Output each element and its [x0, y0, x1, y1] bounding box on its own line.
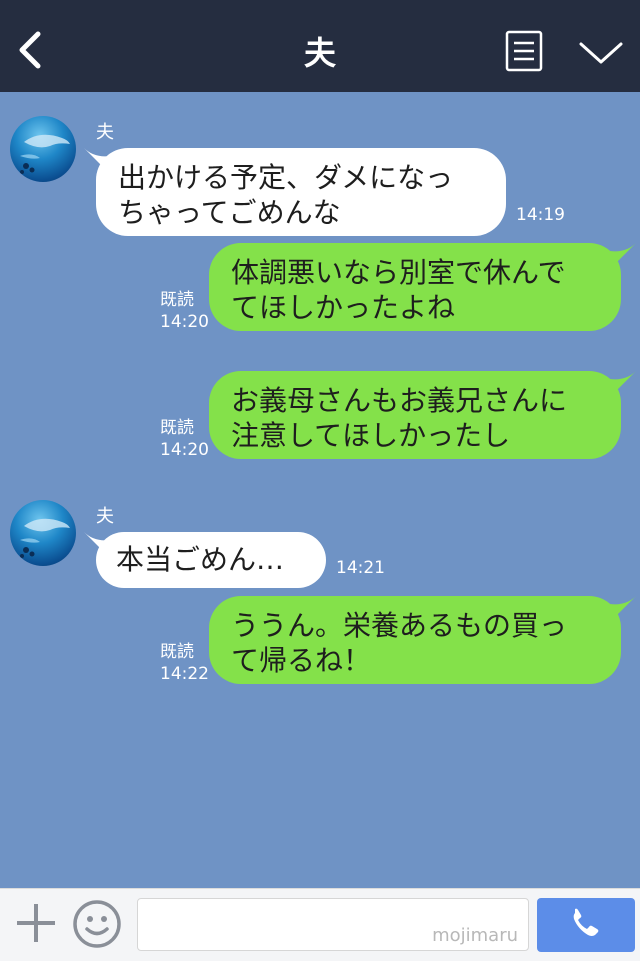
call-button[interactable] — [537, 898, 635, 952]
timestamp: 14:21 — [336, 558, 385, 578]
message-line: お義母さんもお義兄さんに — [231, 384, 568, 417]
bubble-tail — [610, 243, 636, 265]
read-status: 既読 14:22 — [160, 641, 209, 685]
message-bubble-outgoing[interactable]: 体調悪いなら別室で休んで てほしかったよね — [209, 243, 621, 331]
message-bubble-incoming[interactable]: 出かける予定、ダメになっ ちゃってごめんな — [96, 148, 506, 236]
read-label: 既読 — [160, 290, 194, 310]
message-line: 出かける予定、ダメになっ — [118, 161, 454, 194]
timestamp: 14:20 — [160, 440, 209, 460]
watermark-text: mojimaru — [432, 925, 518, 946]
dolphin-avatar-icon — [20, 518, 70, 558]
read-label: 既読 — [160, 642, 194, 662]
message-bubble-outgoing[interactable]: お義母さんもお義兄さんに 注意してほしかったし — [209, 371, 621, 459]
message-line: て帰るね！ — [231, 644, 372, 677]
message-line: 注意してほしかったし — [231, 419, 511, 452]
message-line: てほしかったよね — [231, 291, 456, 324]
note-icon — [505, 30, 543, 72]
note-button[interactable] — [505, 30, 543, 72]
chat-title: 夫 — [303, 34, 336, 72]
timestamp: 14:19 — [516, 205, 565, 225]
read-status: 既読 14:20 — [160, 417, 209, 461]
read-label: 既読 — [160, 418, 194, 438]
bubble-tail — [610, 596, 636, 618]
chat-area[interactable]: 夫 出かける予定、ダメになっ ちゃってごめんな 14:19 既読 14:20 体… — [0, 92, 640, 888]
collapse-button[interactable] — [578, 38, 624, 66]
chevron-down-icon — [579, 42, 623, 64]
message-line: ちゃってごめんな — [118, 196, 341, 229]
timestamp: 14:22 — [160, 664, 209, 684]
message-line: 体調悪いなら別室で休んで — [231, 256, 566, 289]
emoji-button[interactable] — [72, 899, 122, 949]
message-line: 本当ごめん… — [116, 543, 285, 576]
sender-name: 夫 — [96, 122, 114, 143]
input-bar: mojimaru — [0, 888, 640, 961]
avatar[interactable] — [10, 500, 76, 566]
timestamp: 14:20 — [160, 312, 209, 332]
message-input[interactable]: mojimaru — [137, 898, 529, 951]
phone-icon — [573, 908, 599, 936]
bubble-tail — [610, 371, 636, 393]
chat-header: 夫 — [0, 0, 640, 92]
message-bubble-outgoing[interactable]: ううん。栄養あるもの買っ て帰るね！ — [209, 596, 621, 684]
plus-icon — [17, 904, 55, 942]
dolphin-avatar-icon — [20, 134, 70, 174]
avatar[interactable] — [10, 116, 76, 182]
sender-name: 夫 — [96, 506, 114, 527]
smiley-icon — [73, 900, 121, 948]
message-line: ううん。栄養あるもの買っ — [231, 609, 568, 642]
message-bubble-incoming[interactable]: 本当ごめん… — [96, 532, 326, 588]
add-button[interactable] — [14, 901, 58, 945]
read-status: 既読 14:20 — [160, 289, 209, 333]
